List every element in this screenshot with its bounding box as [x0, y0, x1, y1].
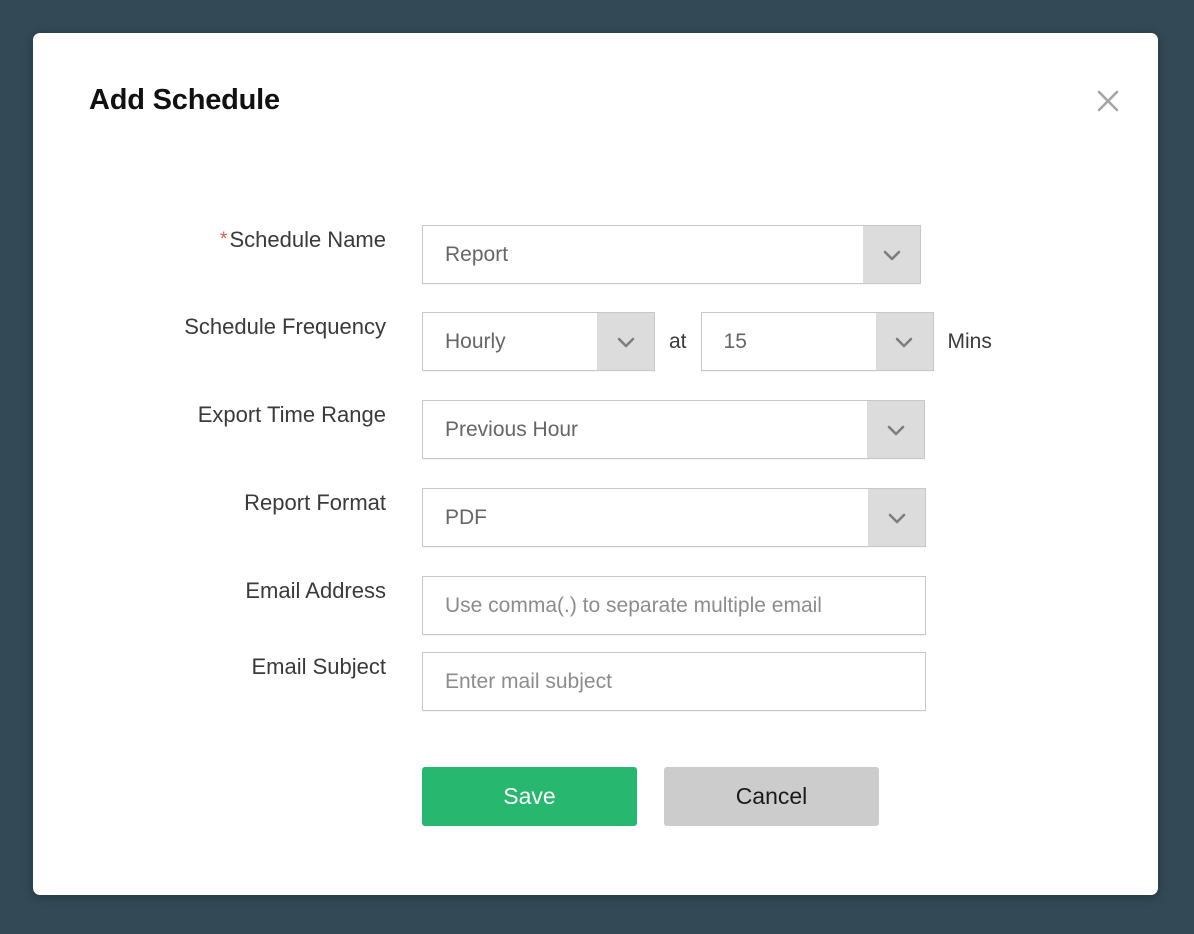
dialog-actions: Save Cancel [422, 767, 1158, 826]
form-row-schedule-frequency: Schedule Frequency Hourly at 15 Mins [33, 312, 1158, 371]
schedule-minutes-select[interactable]: 15 [700, 312, 934, 371]
export-time-range-controls: Previous Hour [422, 400, 925, 459]
email-subject-label: Email Subject [251, 654, 386, 679]
email-address-input[interactable] [422, 576, 926, 635]
schedule-frequency-value: Hourly [445, 329, 506, 353]
close-icon[interactable] [1088, 81, 1128, 121]
required-asterisk: * [220, 229, 228, 250]
form-row-schedule-name: *Schedule Name Report [33, 225, 1158, 284]
cancel-button[interactable]: Cancel [664, 767, 879, 826]
export-time-range-label: Export Time Range [197, 402, 386, 427]
form-row-export-time-range: Export Time Range Previous Hour [33, 400, 1158, 459]
form-row-email-address: Email Address [33, 576, 1158, 635]
schedule-name-label: *Schedule Name [33, 225, 386, 255]
email-subject-controls [422, 652, 926, 711]
schedule-minutes-value: 15 [723, 329, 747, 353]
form-row-report-format: Report Format PDF [33, 488, 1158, 547]
schedule-name-controls: Report [422, 225, 921, 284]
schedule-name-value: Report [445, 242, 509, 266]
chevron-down-icon[interactable] [867, 401, 924, 458]
schedule-frequency-select[interactable]: Hourly [422, 312, 655, 371]
schedule-frequency-label: Schedule Frequency [184, 314, 386, 339]
chevron-down-icon[interactable] [875, 313, 933, 370]
chevron-down-icon[interactable] [863, 226, 920, 283]
form-row-email-subject: Email Subject [33, 652, 1158, 711]
chevron-down-icon[interactable] [597, 313, 654, 370]
report-format-value: PDF [445, 505, 487, 529]
schedule-frequency-controls: Hourly at 15 Mins [422, 312, 992, 371]
save-button[interactable]: Save [422, 767, 637, 826]
email-address-controls [422, 576, 926, 635]
report-format-controls: PDF [422, 488, 926, 547]
schedule-name-label-text: Schedule Name [229, 227, 386, 252]
minutes-unit-label: Mins [947, 329, 992, 353]
report-format-label: Report Format [244, 490, 386, 515]
export-time-range-select[interactable]: Previous Hour [422, 400, 925, 459]
chevron-down-icon[interactable] [868, 489, 925, 546]
report-format-select[interactable]: PDF [422, 488, 926, 547]
page-title: Add Schedule [89, 84, 280, 116]
dialog-header: Add Schedule [33, 33, 1158, 138]
add-schedule-dialog: Add Schedule *Schedule Name Report Sched… [33, 33, 1158, 895]
email-subject-input[interactable] [422, 652, 926, 711]
schedule-form: *Schedule Name Report Schedule Frequency [33, 138, 1158, 826]
export-time-range-value: Previous Hour [445, 417, 579, 441]
email-address-label: Email Address [245, 578, 386, 603]
at-label: at [669, 329, 687, 353]
schedule-name-select[interactable]: Report [422, 225, 921, 284]
